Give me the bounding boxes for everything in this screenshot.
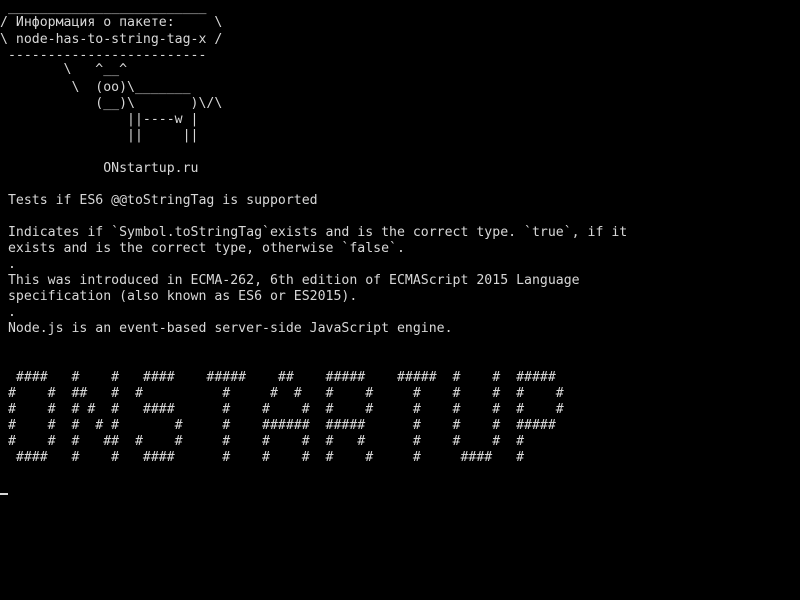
cowsay-bubble-line2: \ node-has-to-string-tag-x / [0, 32, 223, 47]
cowsay-cow-line5: || || [0, 128, 199, 143]
ascii-banner-row6: #### # # #### # # # # # # #### # [0, 450, 525, 465]
text-cursor [0, 493, 8, 495]
cowsay-bubble-line1: / Информация о пакете: \ [0, 15, 223, 30]
site-name: ONstartup.ru [0, 161, 199, 176]
cowsay-cow-line2: \ (oo)\_______ [0, 80, 191, 95]
cowsay-cow-line3: (__)\ )\/\ [0, 96, 223, 111]
description-line2: exists and is the correct type, otherwis… [0, 241, 405, 256]
description-line1: Indicates if `Symbol.toStringTag`exists … [0, 225, 628, 240]
cowsay-cow-line4: ||----w | [0, 112, 199, 127]
description-line3: This was introduced in ECMA-262, 6th edi… [0, 273, 580, 288]
description-dot1: . [0, 257, 16, 272]
description-line4: specification (also known as ES6 or ES20… [0, 289, 358, 304]
ascii-banner-row4: # # # # # # # ###### ##### # # # ##### [0, 418, 556, 433]
description-dot2: . [0, 305, 16, 320]
package-summary: Tests if ES6 @@toStringTag is supported [0, 193, 318, 208]
ascii-banner-row2: # # ## # # # # # # # # # # # # [0, 386, 564, 401]
cowsay-cow-line1: \ ^__^ [0, 62, 128, 77]
ascii-banner-row3: # # # # # #### # # # # # # # # # # [0, 402, 564, 417]
cowsay-bubble-top: _________________________ [0, 0, 207, 15]
ascii-banner-row1: #### # # #### ##### ## ##### ##### # # #… [0, 370, 556, 385]
ascii-banner-row5: # # # ## # # # # # # # # # # # [0, 434, 525, 449]
description-line5: Node.js is an event-based server-side Ja… [0, 321, 453, 336]
terminal-screen[interactable]: _________________________ / Информация о… [0, 0, 800, 600]
